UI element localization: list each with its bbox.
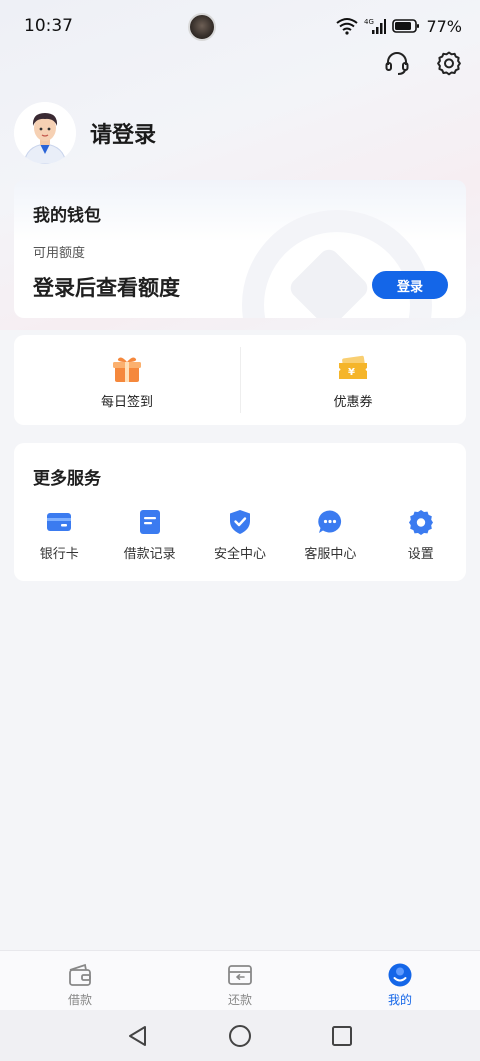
service-item-customer-service[interactable]: 客服中心: [285, 509, 375, 562]
wallet-amount-text: 登录后查看额度: [33, 276, 180, 300]
service-item-security-center[interactable]: 安全中心: [195, 509, 285, 562]
battery-percent: 77%: [426, 16, 462, 36]
network-type-label: 4G: [364, 18, 374, 26]
recent-apps-icon[interactable]: [330, 1024, 354, 1048]
tab-label: 还款: [227, 993, 252, 1007]
cellular-signal-icon: 4G: [364, 18, 387, 34]
quick-item-label: 每日签到: [100, 395, 153, 410]
service-label: 借款记录: [123, 547, 176, 562]
login-button[interactable]: 登录: [372, 271, 448, 299]
gift-icon: [113, 357, 141, 382]
quick-item-daily-checkin[interactable]: 每日签到: [14, 335, 240, 425]
service-label: 设置: [407, 547, 434, 562]
notification-avatar-icon: [188, 13, 216, 41]
service-item-loan-record[interactable]: 借款记录: [104, 509, 194, 562]
tab-repay[interactable]: 还款: [160, 951, 320, 1010]
wallet-card: 我的钱包 可用额度 登录后查看额度 登录: [14, 180, 466, 318]
repay-icon: [228, 965, 252, 985]
services-title: 更多服务: [33, 469, 101, 489]
tab-mine[interactable]: 我的: [320, 951, 480, 1010]
login-prompt-text[interactable]: 请登录: [90, 117, 156, 149]
more-services-card: 更多服务 银行卡 借款记录 安全中心 客服中心 设置: [14, 443, 466, 581]
tab-label: 我的: [387, 993, 412, 1007]
service-label: 银行卡: [39, 547, 79, 562]
customer-service-chat-icon: [318, 510, 342, 533]
back-icon[interactable]: [126, 1024, 150, 1048]
tab-label: 借款: [67, 993, 92, 1007]
battery-icon: [392, 19, 420, 33]
wallet-subtitle: 可用额度: [33, 246, 86, 261]
headset-icon[interactable]: [384, 50, 410, 76]
loan-record-icon: [139, 510, 160, 534]
status-bar: 10:37 4G 77%: [0, 0, 480, 54]
bottom-tab-bar: 借款 还款 我的: [0, 950, 480, 1010]
service-label: 安全中心: [213, 547, 266, 562]
system-navigation-bar: [0, 1010, 480, 1061]
user-login-row[interactable]: 请登录: [14, 102, 156, 164]
settings-gear-icon[interactable]: [436, 50, 462, 76]
bank-card-icon: [47, 513, 72, 531]
status-indicators: 4G 77%: [336, 15, 462, 37]
header-actions: [384, 50, 462, 76]
settings-icon: [408, 510, 433, 535]
home-icon[interactable]: [228, 1024, 252, 1048]
service-item-settings[interactable]: 设置: [376, 509, 466, 562]
status-time: 10:37: [24, 16, 73, 36]
coupon-icon: ¥: [339, 355, 367, 379]
quick-item-label: 优惠券: [333, 395, 373, 410]
security-shield-icon: [229, 510, 250, 534]
wifi-icon: [336, 18, 359, 35]
user-avatar[interactable]: [14, 102, 76, 164]
wallet-icon: [69, 963, 91, 986]
quick-item-coupons[interactable]: ¥ 优惠券: [240, 335, 466, 425]
service-item-bank-card[interactable]: 银行卡: [14, 509, 104, 562]
quick-actions-card: 每日签到 ¥ 优惠券: [14, 335, 466, 425]
doctor-avatar-icon: [14, 102, 76, 164]
svg-text:¥: ¥: [348, 367, 355, 378]
services-row: 银行卡 借款记录 安全中心 客服中心 设置: [14, 509, 466, 562]
wallet-title: 我的钱包: [33, 206, 101, 226]
tab-borrow[interactable]: 借款: [0, 951, 160, 1010]
service-label: 客服中心: [304, 547, 357, 562]
profile-icon: [388, 963, 412, 987]
